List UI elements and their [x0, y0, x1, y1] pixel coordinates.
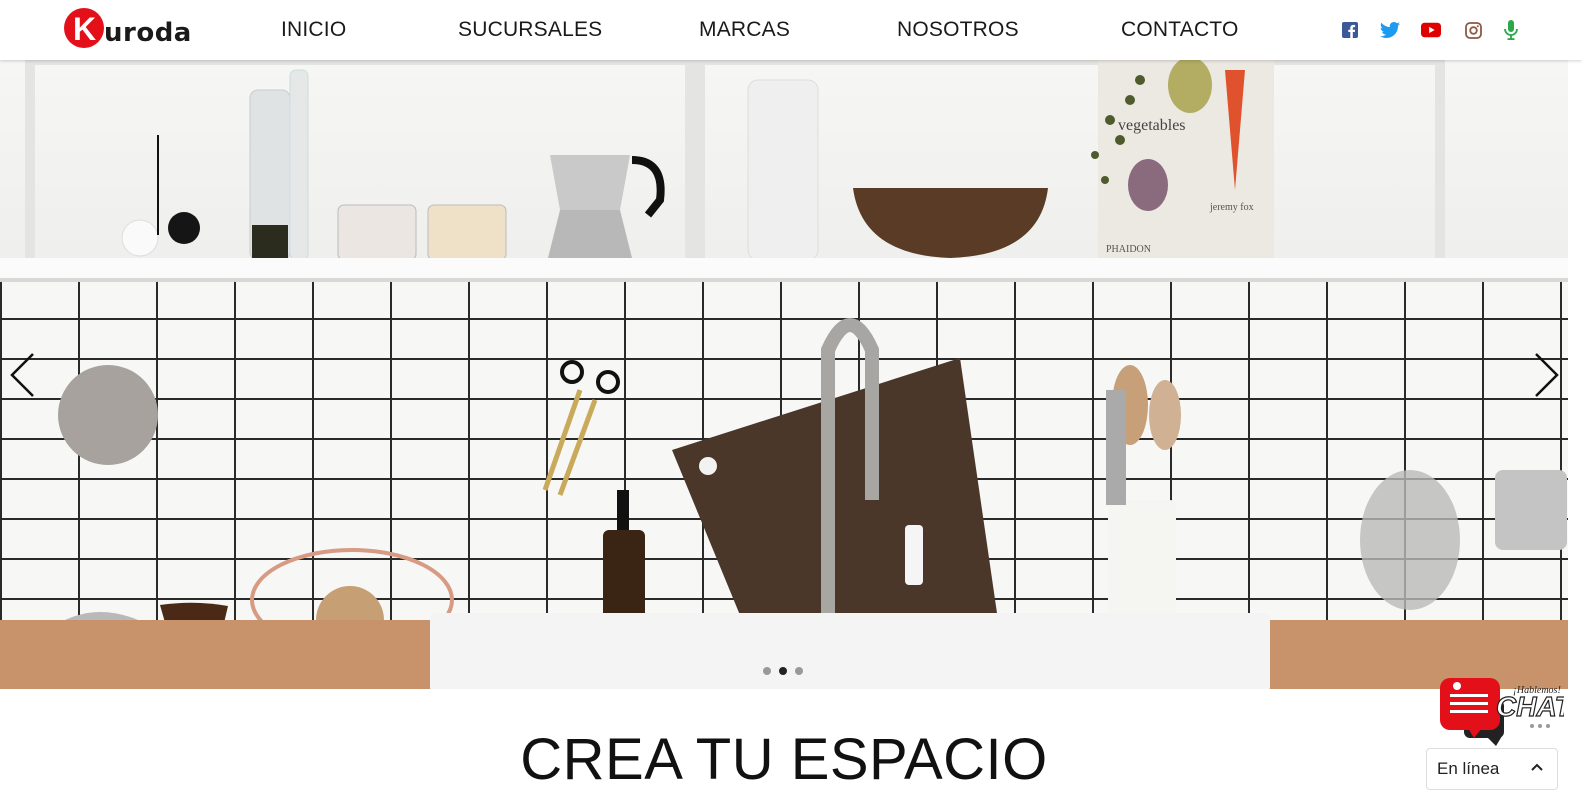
slide-dot-2[interactable] [779, 667, 787, 675]
nav-sucursales[interactable]: SUCURSALES [458, 18, 602, 42]
chat-badge-title: CHAT [1496, 691, 1564, 722]
chat-status-bar[interactable]: En línea [1426, 748, 1558, 790]
brand-logo[interactable]: K uroda [64, 8, 191, 50]
nav-nosotros[interactable]: NOSOTROS [897, 18, 1019, 42]
slide-dot-1[interactable] [763, 667, 771, 675]
prev-slide-button[interactable] [5, 352, 39, 398]
book-author: jeremy fox [1209, 202, 1254, 213]
book-publisher: PHAIDON [1106, 244, 1151, 255]
nav-marcas[interactable]: MARCAS [699, 18, 790, 42]
microphone-icon[interactable] [1501, 19, 1521, 41]
chat-badge[interactable]: ¡Hablemos! CHAT [1438, 676, 1575, 746]
facebook-icon[interactable] [1340, 19, 1360, 41]
youtube-icon[interactable] [1421, 19, 1441, 41]
chevron-up-icon [1531, 763, 1543, 771]
chevron-left-icon [10, 353, 34, 397]
logo-text: uroda [104, 18, 192, 48]
site-header: K uroda INICIO SUCURSALES MARCAS NOSOTRO… [0, 0, 1582, 60]
nav-contacto[interactable]: CONTACTO [1121, 18, 1239, 42]
chat-status-label: En línea [1437, 759, 1500, 778]
logo-letter: K [73, 11, 97, 47]
book-title: vegetables [1118, 117, 1186, 134]
chat-bubble-icon: ¡Hablemos! CHAT [1440, 678, 1575, 746]
nav-inicio[interactable]: INICIO [281, 18, 346, 42]
chevron-right-icon [1535, 353, 1559, 397]
slide-dot-3[interactable] [795, 667, 803, 675]
twitter-icon[interactable] [1380, 19, 1400, 41]
instagram-icon[interactable] [1463, 19, 1483, 41]
next-slide-button[interactable] [1530, 352, 1564, 398]
slider-dots [763, 667, 803, 675]
kitchen-scene-image: vegetables jeremy fox PHAIDON [0, 60, 1568, 654]
hero-slider: vegetables jeremy fox PHAIDON [0, 60, 1568, 689]
section-headline: CREA TU ESPACIO [520, 727, 1048, 792]
sink [430, 613, 1270, 689]
